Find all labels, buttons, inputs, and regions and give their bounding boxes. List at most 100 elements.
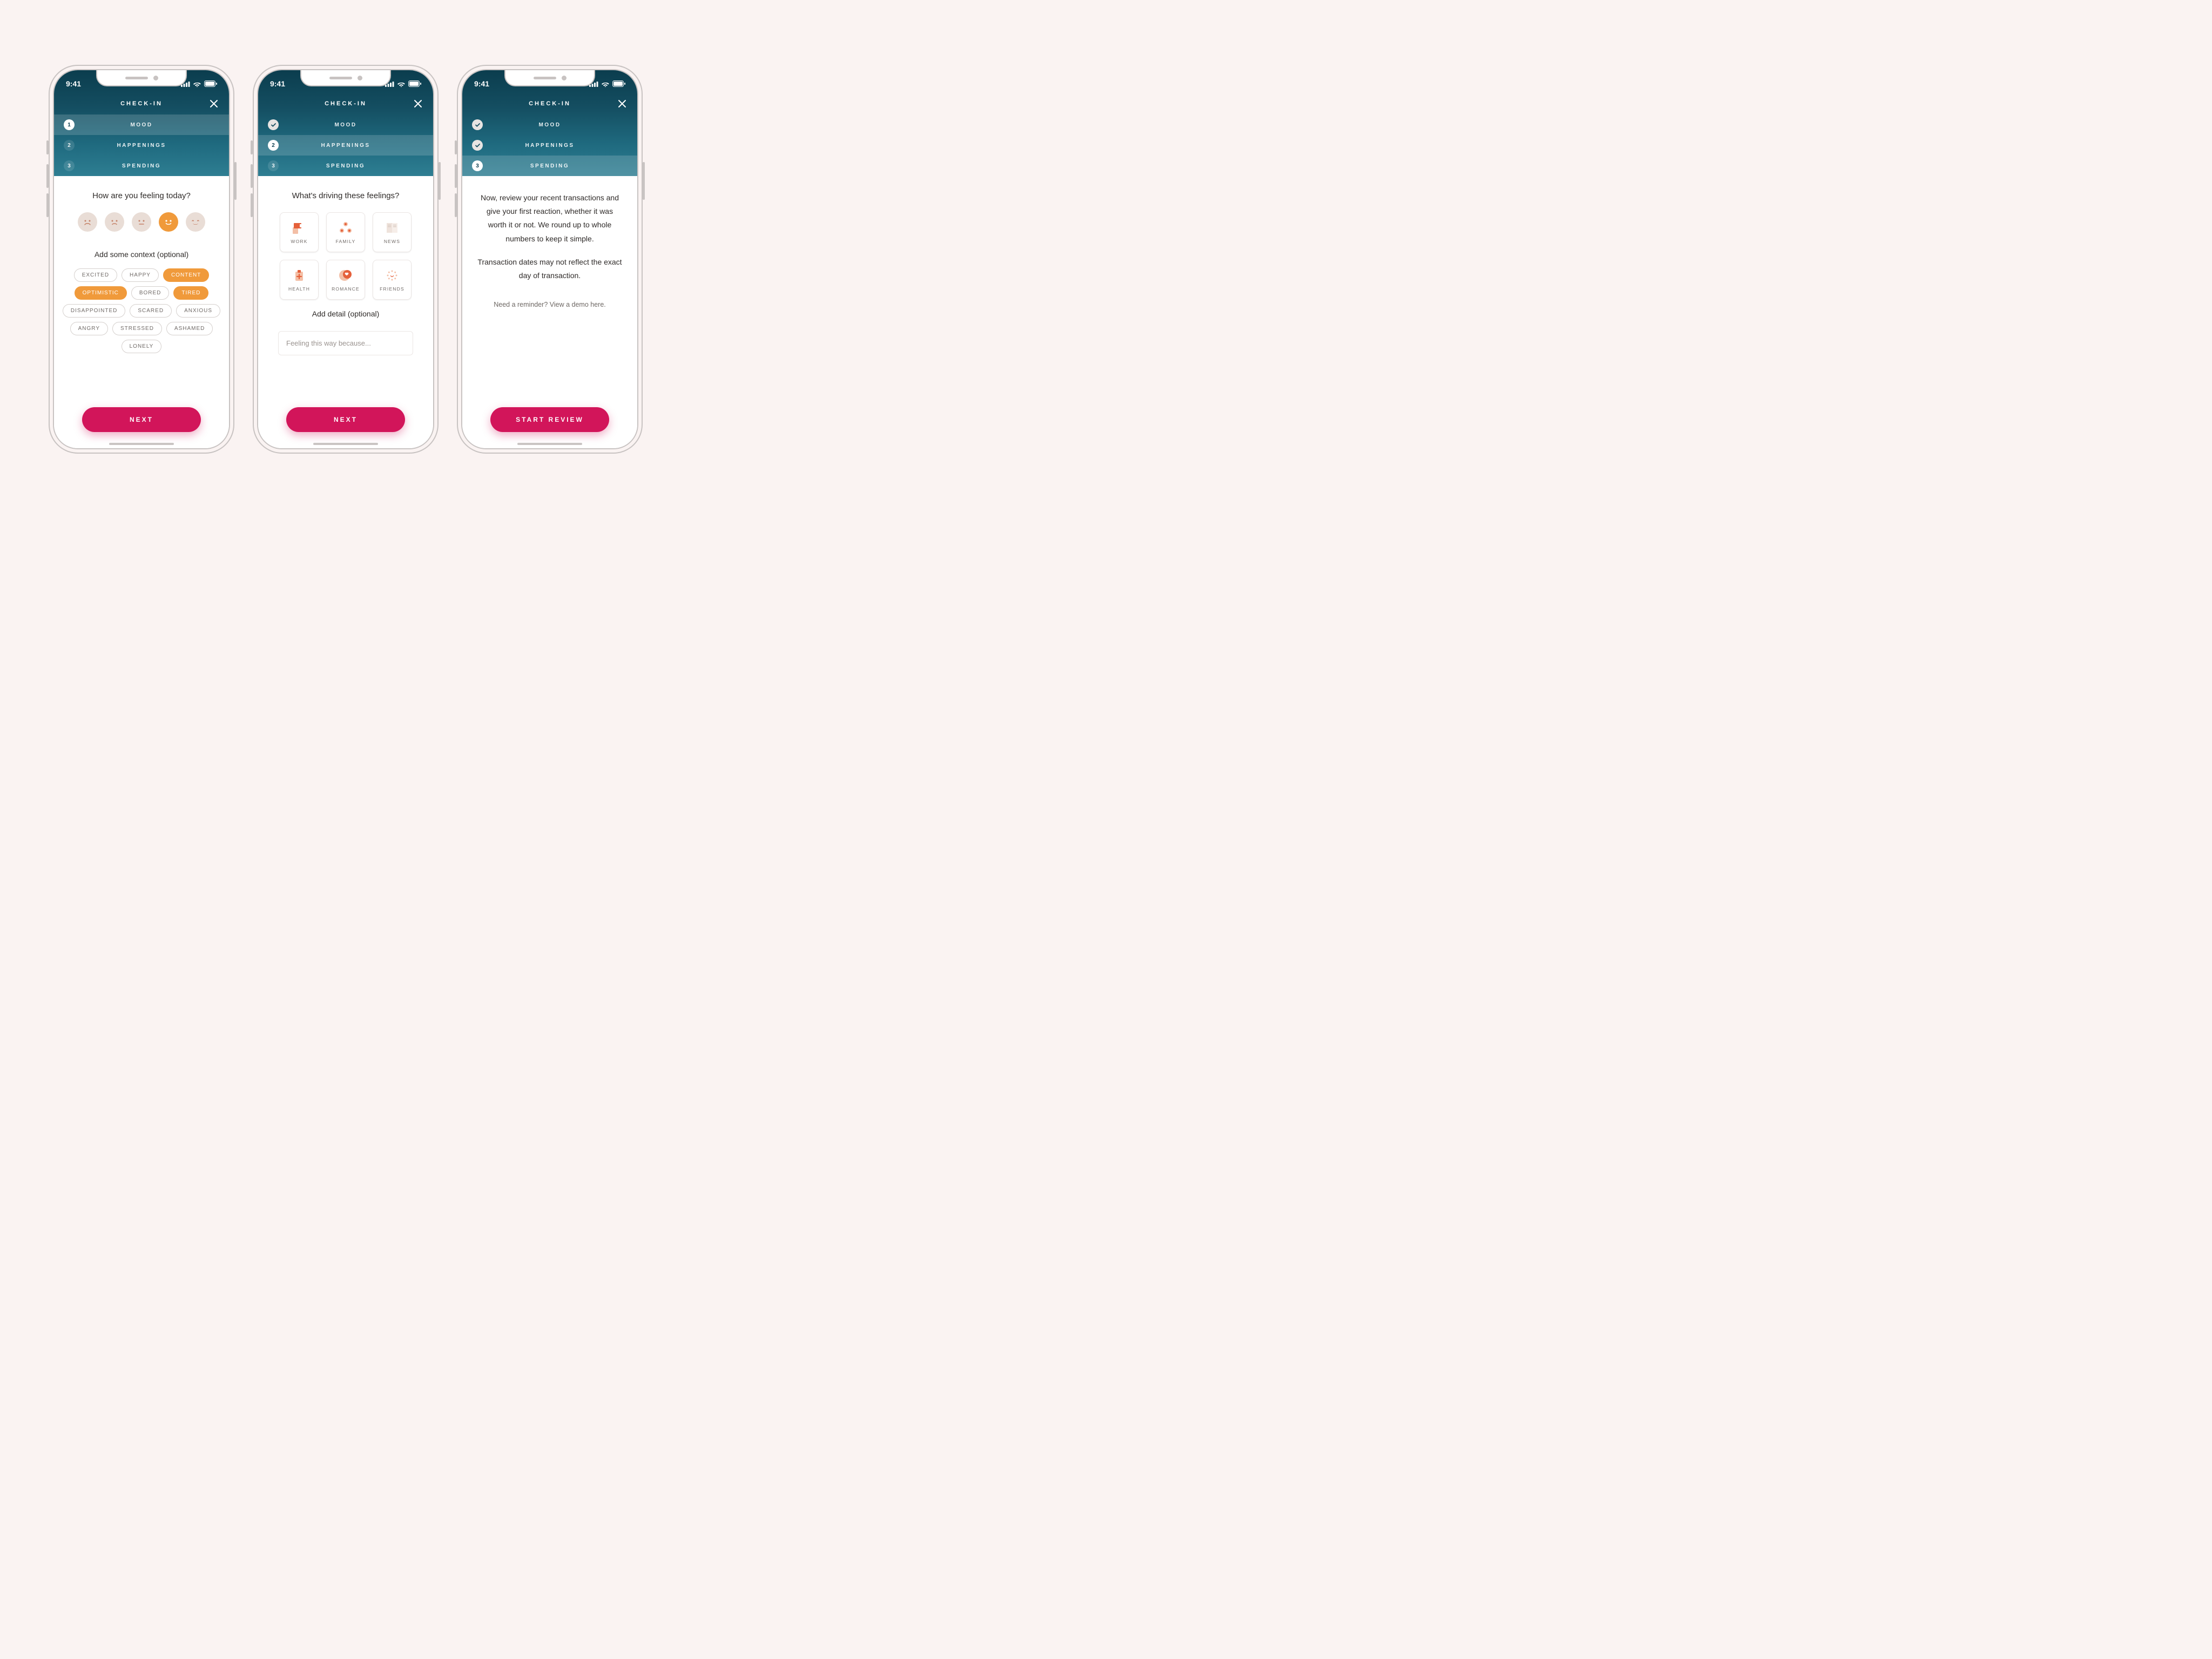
close-icon: [413, 98, 423, 109]
screen-title: CHECK-IN: [325, 100, 367, 107]
step-label: MOOD: [483, 122, 637, 128]
next-button[interactable]: NEXT: [286, 407, 405, 432]
chip-content[interactable]: CONTENT: [163, 268, 209, 282]
three-phone-mockup: 9:41 CHECK-IN 1MOOD: [0, 0, 691, 518]
face-very-happy[interactable]: [186, 212, 205, 232]
category-work[interactable]: WORK: [280, 212, 319, 252]
screen-title-bar: CHECK-IN: [462, 93, 637, 114]
chip-happy[interactable]: HAPPY: [122, 268, 159, 282]
chip-bored[interactable]: BORED: [131, 286, 170, 300]
step-label: HAPPENINGS: [483, 143, 637, 149]
close-icon: [208, 98, 219, 109]
step-happenings[interactable]: 2HAPPENINGS: [258, 135, 433, 156]
close-icon: [617, 98, 628, 109]
step-index: 3: [268, 160, 279, 171]
chip-optimistic[interactable]: OPTIMISTIC: [75, 286, 127, 300]
phone-happenings: 9:41 CHECK-IN MOOD: [253, 65, 439, 454]
romance-icon: [338, 268, 354, 283]
device-notch: [300, 70, 391, 86]
screen-title: CHECK-IN: [120, 100, 163, 107]
home-indicator: [517, 443, 582, 445]
face-very-sad[interactable]: [78, 212, 97, 232]
category-news[interactable]: NEWS: [373, 212, 412, 252]
step-index: 3: [472, 160, 483, 171]
step-mood[interactable]: MOOD: [462, 114, 637, 135]
device-notch: [504, 70, 595, 86]
category-label: HEALTH: [288, 286, 310, 292]
device-notch: [96, 70, 187, 86]
step-index: 2: [268, 140, 279, 151]
health-icon: [291, 268, 307, 283]
face-happy[interactable]: [159, 212, 178, 232]
step-done-badge: [472, 119, 483, 130]
face-neutral-icon: [136, 216, 147, 228]
step-label: HAPPENINGS: [279, 143, 433, 149]
battery-icon: [408, 80, 421, 87]
chip-angry[interactable]: ANGRY: [70, 322, 108, 335]
stepper: MOOD HAPPENINGS 3SPENDING: [462, 114, 637, 176]
category-grid: WORK FAMILY NEWS HEALTH: [266, 212, 426, 300]
step-mood[interactable]: MOOD: [258, 114, 433, 135]
chip-excited[interactable]: EXCITED: [74, 268, 117, 282]
category-family[interactable]: FAMILY: [326, 212, 365, 252]
mood-prompt: How are you feeling today?: [62, 191, 221, 200]
chip-ashamed[interactable]: ASHAMED: [166, 322, 213, 335]
category-friends[interactable]: FRIENDS: [373, 260, 412, 300]
close-button[interactable]: [413, 98, 423, 109]
face-neutral[interactable]: [132, 212, 151, 232]
context-chip-group: EXCITED HAPPY CONTENT OPTIMISTIC BORED T…: [62, 268, 221, 353]
chip-lonely[interactable]: LONELY: [122, 340, 162, 353]
step-label: HAPPENINGS: [75, 143, 229, 149]
step-done-badge: [268, 119, 279, 130]
screen-body: Now, review your recent transactions and…: [462, 176, 637, 448]
step-spending[interactable]: 3SPENDING: [258, 156, 433, 176]
wifi-icon: [397, 81, 406, 87]
face-happy-icon: [163, 216, 174, 228]
battery-icon: [204, 80, 217, 87]
chip-disappointed[interactable]: DISAPPOINTED: [63, 304, 125, 318]
step-spending[interactable]: 3SPENDING: [462, 156, 637, 176]
next-button[interactable]: NEXT: [82, 407, 201, 432]
family-icon: [338, 220, 354, 235]
home-indicator: [109, 443, 174, 445]
step-index: 3: [64, 160, 75, 171]
check-icon: [475, 143, 481, 149]
detail-input[interactable]: Feeling this way because...: [278, 331, 413, 355]
screen-title-bar: CHECK-IN: [258, 93, 433, 114]
step-spending[interactable]: 3SPENDING: [54, 156, 229, 176]
category-label: NEWS: [384, 239, 400, 244]
chip-tired[interactable]: TIRED: [173, 286, 208, 300]
face-sad[interactable]: [105, 212, 124, 232]
status-icons: [385, 80, 421, 87]
home-indicator: [313, 443, 378, 445]
category-label: WORK: [291, 239, 307, 244]
stepper: MOOD 2HAPPENINGS 3SPENDING: [258, 114, 433, 176]
step-happenings[interactable]: HAPPENINGS: [462, 135, 637, 156]
demo-hint-link[interactable]: Need a reminder? View a demo here.: [470, 301, 630, 308]
close-button[interactable]: [617, 98, 628, 109]
category-label: ROMANCE: [332, 286, 360, 292]
step-done-badge: [472, 140, 483, 151]
category-health[interactable]: HEALTH: [280, 260, 319, 300]
step-index: 2: [64, 140, 75, 151]
step-happenings[interactable]: 2HAPPENINGS: [54, 135, 229, 156]
news-icon: [384, 220, 400, 235]
chip-scared[interactable]: SCARED: [130, 304, 172, 318]
status-time: 9:41: [270, 79, 285, 88]
step-label: SPENDING: [75, 163, 229, 169]
wifi-icon: [601, 81, 610, 87]
friends-icon: [384, 268, 400, 283]
category-romance[interactable]: ROMANCE: [326, 260, 365, 300]
wifi-icon: [193, 81, 201, 87]
step-index: 1: [64, 119, 75, 130]
chip-anxious[interactable]: ANXIOUS: [176, 304, 220, 318]
close-button[interactable]: [208, 98, 219, 109]
start-review-button[interactable]: START REVIEW: [490, 407, 609, 432]
face-sad-icon: [109, 216, 120, 228]
spending-intro-2: Transaction dates may not reflect the ex…: [470, 255, 630, 282]
step-mood[interactable]: 1MOOD: [54, 114, 229, 135]
detail-subhead: Add detail (optional): [266, 309, 426, 318]
face-very-happy-icon: [190, 216, 201, 228]
chip-stressed[interactable]: STRESSED: [112, 322, 162, 335]
status-icons: [181, 80, 217, 87]
